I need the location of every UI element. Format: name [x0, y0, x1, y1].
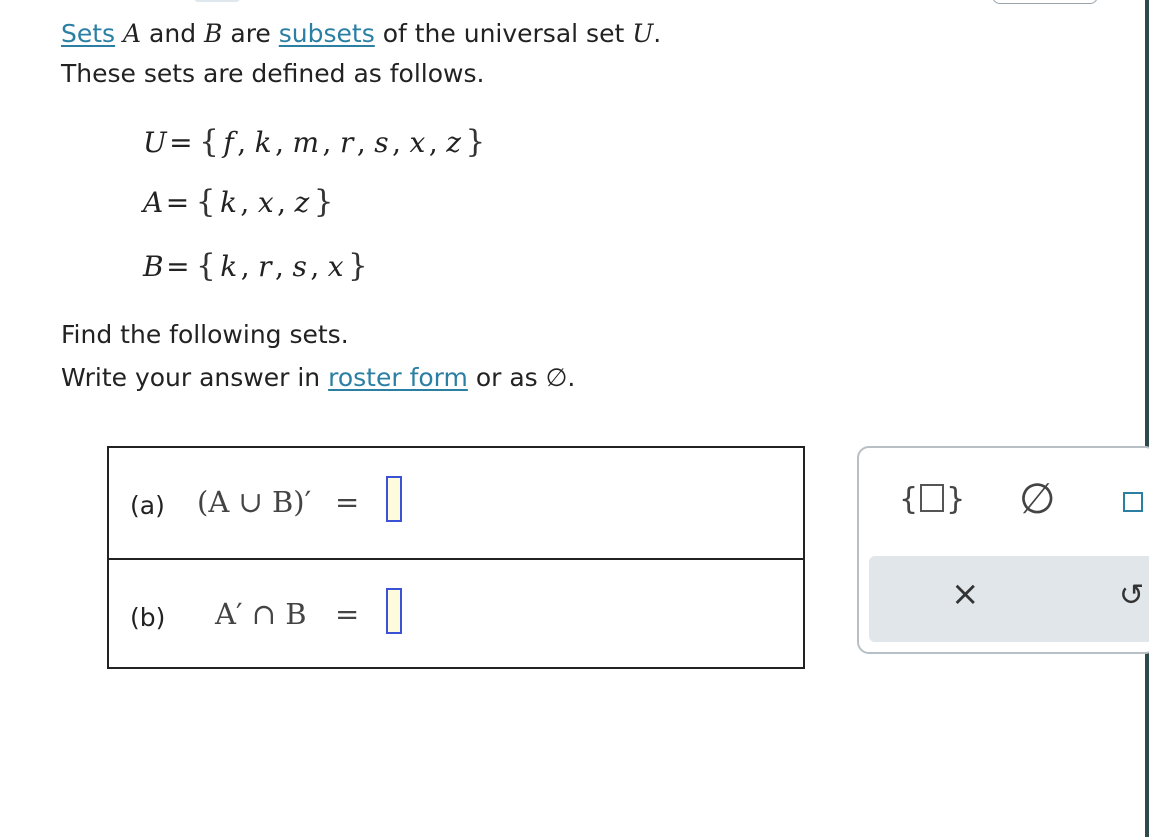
sets-link[interactable]: Sets: [61, 19, 115, 48]
subsets-link[interactable]: subsets: [279, 19, 375, 48]
set-element: x: [327, 250, 345, 283]
set-element: k: [220, 250, 238, 283]
intro-line-1: Sets A and B are subsets of the universa…: [61, 17, 661, 50]
empty-set-button[interactable]: ∅: [1019, 474, 1056, 524]
set-element: x: [409, 126, 426, 159]
answer-expression-b: A′ ∩ B: [215, 597, 307, 631]
intro-line-2: These sets are defined as follows.: [61, 59, 485, 88]
answer-label-a: (a): [130, 491, 165, 520]
top-tab-stub: [194, 0, 240, 2]
toolbar-action-row: × ↺: [869, 556, 1149, 642]
set-element: x: [257, 186, 275, 219]
answer-input-b[interactable]: [386, 588, 402, 634]
are-text: are: [230, 19, 271, 48]
instruction-line-2: Write your answer in roster form or as ∅…: [61, 361, 575, 394]
answer-row-b: (b) A′ ∩ B =: [109, 560, 803, 670]
set-name-u: U: [143, 126, 168, 159]
set-element: s: [374, 126, 390, 159]
answer-expression-a: (A ∪ B)′: [197, 485, 312, 519]
answer-row-a: (a) (A ∪ B)′ =: [109, 448, 803, 560]
top-button-stub[interactable]: [992, 0, 1098, 4]
set-name-b: B: [143, 250, 165, 283]
set-definition-u: U={f, k, m, r, s, x, z}: [143, 124, 486, 160]
instruction-suffix: or as ∅.: [475, 363, 576, 392]
empty-set-icon: ∅: [1019, 474, 1056, 523]
close-icon: ×: [951, 574, 980, 614]
set-definition-a: A={k, x, z}: [143, 184, 335, 220]
and-text: and: [149, 19, 197, 48]
period: .: [653, 19, 662, 48]
braces-icon: {}: [899, 482, 966, 517]
math-toolbar: {} ∅ × ↺: [857, 446, 1149, 654]
right-edge-rail: [1145, 0, 1149, 837]
equals-sign-a: =: [335, 485, 360, 519]
clear-button[interactable]: ×: [951, 574, 980, 614]
set-name-a: A: [143, 186, 164, 219]
instruction-line-1: Find the following sets.: [61, 320, 349, 349]
set-element: f: [223, 126, 235, 159]
set-element: k: [219, 186, 238, 219]
undo-icon: ↺: [1119, 578, 1145, 613]
var-a: A: [123, 19, 142, 48]
set-element: z: [294, 186, 310, 219]
roster-form-link[interactable]: roster form: [328, 363, 468, 392]
undo-button[interactable]: ↺: [1119, 578, 1144, 614]
equals-sign-b: =: [335, 597, 360, 631]
box-button[interactable]: [1123, 492, 1143, 512]
roster-braces-button[interactable]: {}: [899, 480, 965, 520]
set-element: m: [292, 126, 320, 159]
answer-input-a[interactable]: [386, 476, 402, 522]
var-b: B: [204, 19, 223, 48]
answer-label-b: (b): [130, 603, 166, 632]
set-element: z: [446, 126, 462, 159]
universal-set-text: of the universal set: [382, 19, 625, 48]
set-element: r: [258, 250, 273, 283]
instruction-prefix: Write your answer in: [61, 363, 321, 392]
set-definition-b: B={k, r, s, x}: [143, 248, 369, 284]
answer-table: (a) (A ∪ B)′ = (b) A′ ∩ B =: [107, 446, 805, 669]
set-element: r: [339, 126, 354, 159]
set-element: k: [254, 126, 273, 159]
var-u: U: [632, 19, 654, 48]
set-element: s: [292, 250, 308, 283]
